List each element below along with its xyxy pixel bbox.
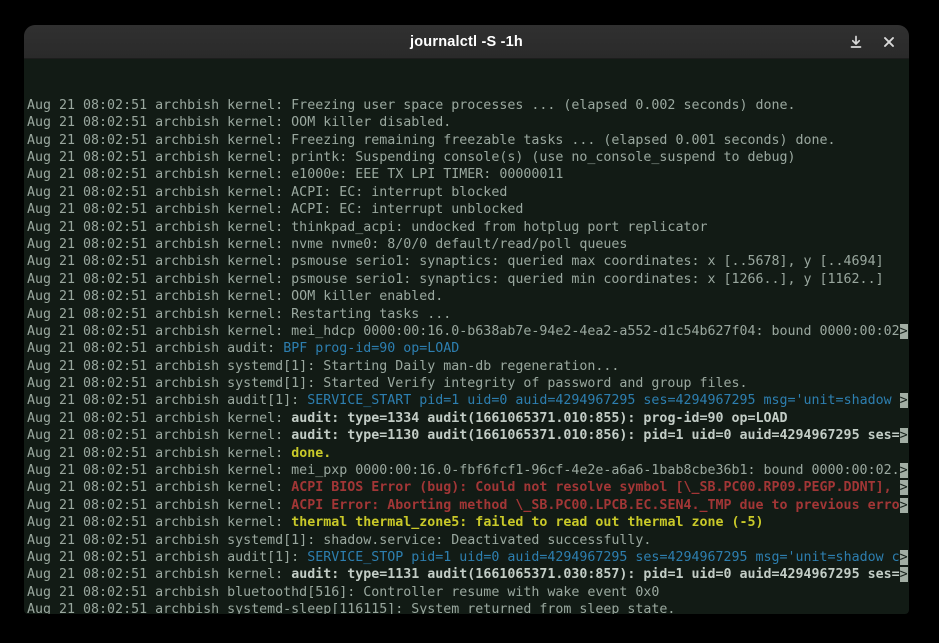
truncation-marker: > (900, 428, 908, 443)
log-line: Aug 21 08:02:51 archbish kernel: printk:… (27, 149, 909, 166)
window-title: journalctl -S -1h (24, 34, 909, 50)
log-line: Aug 21 08:02:51 archbish audit[1]: SERVI… (27, 549, 909, 566)
download-icon (849, 35, 863, 49)
log-line: Aug 21 08:02:51 archbish kernel: audit: … (27, 566, 909, 583)
log-line: Aug 21 08:02:51 archbish systemd[1]: Sta… (27, 375, 909, 392)
truncation-marker: > (900, 550, 908, 565)
log-line: Aug 21 08:02:51 archbish kernel: ACPI: E… (27, 201, 909, 218)
log-line: Aug 21 08:02:51 archbish kernel: e1000e:… (27, 166, 909, 183)
log-line: Aug 21 08:02:51 archbish kernel: audit: … (27, 427, 909, 444)
log-line: Aug 21 08:02:51 archbish kernel: audit: … (27, 410, 909, 427)
log-line: Aug 21 08:02:51 archbish audit: BPF prog… (27, 340, 909, 357)
download-button[interactable] (843, 29, 869, 55)
log-line: Aug 21 08:02:51 archbish kernel: Freezin… (27, 97, 909, 114)
terminal-lines: Aug 21 08:02:51 archbish kernel: Freezin… (27, 97, 909, 614)
log-line: Aug 21 08:02:51 archbish kernel: Restart… (27, 306, 909, 323)
log-line: Aug 21 08:02:51 archbish kernel: mei_pxp… (27, 462, 909, 479)
truncation-marker: > (900, 324, 908, 339)
log-line: Aug 21 08:02:51 archbish kernel: OOM kil… (27, 288, 909, 305)
truncation-marker: > (900, 463, 908, 478)
log-line: Aug 21 08:02:51 archbish systemd[1]: sha… (27, 532, 909, 549)
close-button[interactable] (876, 29, 902, 55)
close-icon (883, 36, 895, 48)
log-line: Aug 21 08:02:51 archbish kernel: done. (27, 445, 909, 462)
log-line: Aug 21 08:02:51 archbish kernel: thinkpa… (27, 219, 909, 236)
log-line: Aug 21 08:02:51 archbish kernel: nvme nv… (27, 236, 909, 253)
truncation-marker: > (900, 567, 908, 582)
log-line: Aug 21 08:02:51 archbish audit[1]: SERVI… (27, 392, 909, 409)
truncation-marker: > (900, 498, 908, 513)
log-line: Aug 21 08:02:51 archbish kernel: ACPI Er… (27, 497, 909, 514)
log-line: Aug 21 08:02:51 archbish kernel: ACPI BI… (27, 479, 909, 496)
titlebar[interactable]: journalctl -S -1h (24, 25, 909, 59)
log-line: Aug 21 08:02:51 archbish kernel: mei_hdc… (27, 323, 909, 340)
terminal-output[interactable]: Aug 21 08:02:51 archbish kernel: Freezin… (24, 59, 909, 614)
log-line: Aug 21 08:02:51 archbish systemd[1]: Sta… (27, 358, 909, 375)
log-line: Aug 21 08:02:51 archbish systemd-sleep[1… (27, 601, 909, 614)
log-line: Aug 21 08:02:51 archbish kernel: OOM kil… (27, 114, 909, 131)
truncation-marker: > (900, 393, 908, 408)
log-line: Aug 21 08:02:51 archbish kernel: psmouse… (27, 253, 909, 270)
log-line: Aug 21 08:02:51 archbish kernel: ACPI: E… (27, 184, 909, 201)
log-line: Aug 21 08:02:51 archbish kernel: psmouse… (27, 271, 909, 288)
truncation-marker: > (900, 480, 908, 495)
log-line: Aug 21 08:02:51 archbish kernel: Freezin… (27, 132, 909, 149)
log-line: Aug 21 08:02:51 archbish bluetoothd[516]… (27, 584, 909, 601)
log-line: Aug 21 08:02:51 archbish kernel: thermal… (27, 514, 909, 531)
terminal-window: journalctl -S -1h Aug 21 08:02:51 archbi… (24, 25, 909, 614)
